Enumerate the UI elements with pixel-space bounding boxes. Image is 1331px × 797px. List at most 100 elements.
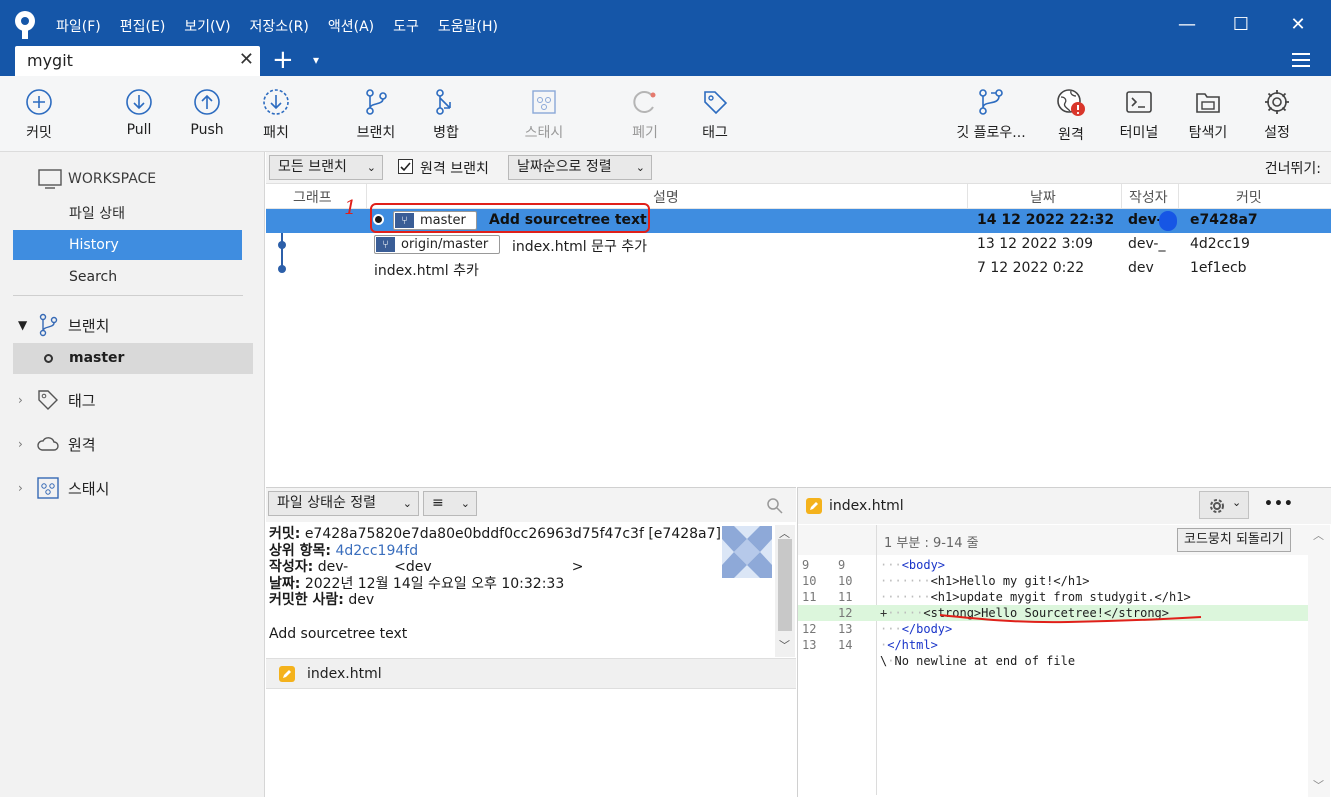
list-view-icon: ≡	[432, 495, 444, 511]
new-line-number: 11	[838, 590, 853, 604]
column-divider[interactable]	[1121, 184, 1122, 210]
column-commit[interactable]: 커밋	[1236, 187, 1262, 207]
file-list-toolbar: 파일 상태순 정렬 ⌄ ≡ ⌄	[266, 488, 796, 522]
diff-line-text: <h1>Hello my git!</h1>	[930, 574, 1090, 588]
menu-edit[interactable]: 편집(E)	[120, 16, 166, 36]
push-button[interactable]: Push	[186, 88, 228, 138]
branches-label: 브랜치	[68, 316, 110, 335]
column-date[interactable]: 날짜	[1030, 187, 1056, 207]
diff-line: 13 14 ·</html>	[802, 638, 938, 652]
folder-icon	[1196, 93, 1220, 113]
maximize-button[interactable]: ☐	[1221, 10, 1261, 40]
remote-button[interactable]: 원격	[1050, 88, 1092, 144]
commit-row[interactable]: ⑂ origin/master index.html 문구 추가 13 12 20…	[266, 233, 1331, 257]
discard-button[interactable]: 폐기	[622, 88, 668, 142]
title-bar: 파일(F) 편집(E) 보기(V) 저장소(R) 액션(A) 도구 도움말(H)…	[0, 0, 1331, 76]
merge-button[interactable]: 병합	[425, 88, 467, 142]
minimize-button[interactable]: —	[1167, 10, 1207, 40]
sidebar-group-remotes[interactable]: › 원격	[18, 432, 96, 456]
commit-full-message: Add sourcetree text	[269, 625, 408, 642]
sidebar-item-search[interactable]: Search	[13, 262, 242, 292]
annotation-highlight-box	[370, 203, 650, 233]
tag-label: 태그	[702, 125, 728, 141]
menu-view[interactable]: 보기(V)	[184, 16, 230, 36]
remote-branches-checkbox[interactable]	[398, 159, 413, 174]
explorer-button[interactable]: 탐색기	[1184, 88, 1232, 142]
globe-alert-icon	[1057, 89, 1085, 116]
sidebar-group-stashes[interactable]: › 스태시	[18, 476, 109, 500]
branch-label: 브랜치	[356, 125, 396, 141]
annotation-number: 1	[344, 195, 357, 219]
commit-hash: 4d2cc19	[1190, 236, 1250, 252]
new-tab-button[interactable]: +	[272, 46, 294, 74]
hunk-range: 1 부분 : 9-14 줄	[884, 536, 979, 551]
scroll-down-icon[interactable]: ﹀	[1313, 777, 1324, 793]
column-divider[interactable]	[1178, 184, 1179, 210]
old-line-number: 10	[802, 574, 817, 588]
monitor-icon	[38, 169, 62, 189]
scroll-down-icon[interactable]: ﹀	[779, 637, 790, 653]
diff-line: \·No newline at end of file	[880, 654, 1076, 668]
column-author[interactable]: 작성자	[1129, 187, 1168, 207]
sidebar-branch-master[interactable]: master	[13, 343, 253, 374]
chevron-down-icon: ▼	[18, 318, 28, 332]
tag-button[interactable]: 태그	[694, 88, 736, 142]
sidebar-item-file-status[interactable]: 파일 상태	[13, 199, 242, 229]
stash-button[interactable]: 스태시	[518, 88, 570, 142]
menu-file[interactable]: 파일(F)	[56, 16, 101, 36]
new-line-number: 10	[838, 574, 853, 588]
repo-tab[interactable]: mygit ✕	[15, 46, 260, 76]
sidebar-group-tags[interactable]: › 태그	[18, 388, 96, 412]
settings-button[interactable]: 설정	[1256, 88, 1298, 142]
menu-actions[interactable]: 액션(A)	[328, 16, 374, 36]
file-sort-dropdown[interactable]: 파일 상태순 정렬 ⌄	[268, 491, 419, 516]
branch-label-origin-master[interactable]: ⑂ origin/master	[374, 235, 500, 254]
commit-row[interactable]: index.html 추카 7 12 2022 0:22 dev 1ef1ecb	[266, 257, 1331, 281]
details-scrollbar[interactable]: ︿ ﹀	[775, 525, 795, 657]
close-button[interactable]: ✕	[1278, 10, 1318, 40]
parent-hash-link[interactable]: 4d2cc194fd	[335, 543, 418, 559]
search-icon[interactable]	[766, 497, 783, 514]
pull-label: Pull	[126, 122, 152, 138]
new-line-number: 14	[838, 638, 853, 652]
menu-help[interactable]: 도움말(H)	[438, 16, 498, 36]
scrollbar-thumb[interactable]	[778, 539, 792, 631]
sidebar-group-branches[interactable]: ▼ 브랜치	[18, 313, 109, 337]
commit-hash: e7428a7	[1190, 212, 1258, 228]
branch-icon	[366, 89, 387, 115]
chevron-right-icon: ›	[18, 393, 23, 407]
branch-filter-dropdown[interactable]: 모든 브랜치 ⌄	[269, 155, 383, 180]
diff-line: 11 11 ·······<h1>update mygit from studygi…	[802, 590, 1191, 604]
gitflow-button[interactable]: 깃 플로우...	[950, 88, 1032, 142]
commit-button[interactable]: 커밋	[18, 88, 60, 142]
close-tab-icon[interactable]: ✕	[239, 49, 254, 70]
patch-button[interactable]: 패치	[255, 88, 297, 142]
diff-scrollbar[interactable]: ︿ ﹀	[1308, 525, 1330, 797]
view-mode-dropdown[interactable]: ≡ ⌄	[423, 491, 477, 516]
sort-dropdown[interactable]: 날짜순으로 정렬 ⌄	[508, 155, 652, 180]
changed-file-row[interactable]: index.html	[266, 658, 796, 689]
file-sort-value: 파일 상태순 정렬	[277, 495, 377, 511]
sidebar-divider	[13, 295, 243, 296]
sidebar-item-history[interactable]: History	[13, 230, 242, 260]
menu-tools[interactable]: 도구	[393, 16, 419, 36]
branch-button[interactable]: 브랜치	[350, 88, 402, 142]
remote-branches-label: 원격 브랜치	[420, 161, 489, 177]
menu-repository[interactable]: 저장소(R)	[250, 16, 309, 36]
diff-options-dropdown[interactable]: ⌄	[1199, 491, 1249, 519]
hamburger-menu-icon[interactable]	[1292, 52, 1310, 68]
date-label: 날짜:	[269, 575, 301, 592]
terminal-button[interactable]: 터미널	[1116, 88, 1162, 142]
column-description[interactable]: 설명	[653, 187, 679, 207]
column-divider[interactable]	[366, 184, 367, 210]
column-graph[interactable]: 그래프	[293, 187, 332, 207]
scroll-up-icon[interactable]: ︿	[1313, 527, 1324, 543]
commit-date: 13 12 2022 3:09	[977, 236, 1094, 252]
column-divider[interactable]	[967, 184, 968, 210]
revert-hunk-button[interactable]: 코드뭉치 되돌리기	[1177, 528, 1291, 552]
tab-dropdown-icon[interactable]: ▾	[313, 53, 319, 67]
pull-button[interactable]: Pull	[118, 88, 160, 138]
new-line-number: 12	[838, 606, 853, 620]
more-options-icon[interactable]: •••	[1264, 496, 1294, 512]
gitflow-label: 깃 플로우...	[956, 125, 1026, 141]
